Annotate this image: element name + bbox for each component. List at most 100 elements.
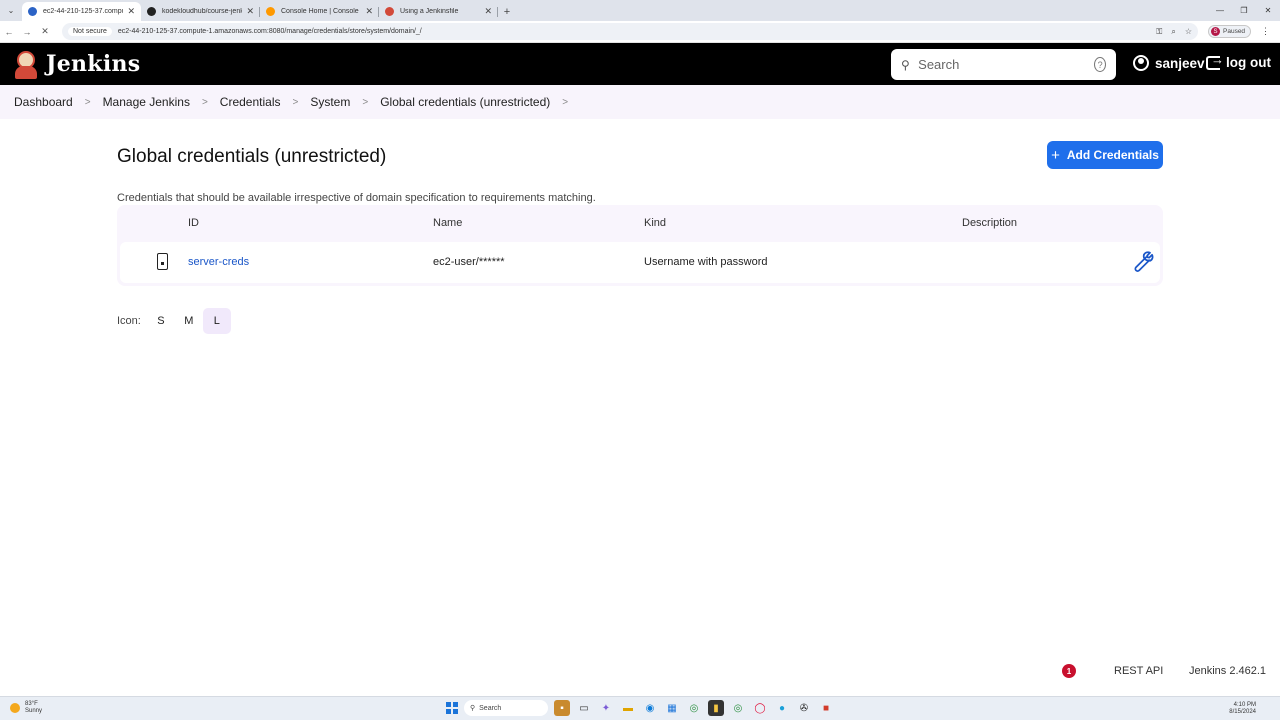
- breadcrumb-system[interactable]: System: [310, 95, 350, 109]
- jenkins-butler-logo-icon: [14, 49, 38, 79]
- copilot-icon[interactable]: ✦: [598, 700, 614, 716]
- close-icon[interactable]: ✕: [246, 6, 254, 17]
- breadcrumb-dashboard[interactable]: Dashboard: [14, 95, 73, 109]
- search-box: ⚲ ?: [891, 49, 1116, 80]
- column-header-id[interactable]: ID: [188, 217, 199, 229]
- browser-address-bar: ← → ✕ Not secure ec2-44-210-125-37.compu…: [0, 21, 1280, 43]
- tab-label: kodekloudhub/course-jenkins: [162, 8, 243, 15]
- column-header-description[interactable]: Description: [962, 217, 1017, 229]
- new-tab-button[interactable]: +: [498, 2, 516, 21]
- chrome-profile-icon[interactable]: ◎: [730, 700, 746, 716]
- search-input[interactable]: [918, 57, 1095, 72]
- profile-button[interactable]: S Paused: [1208, 25, 1252, 38]
- page-title: Global credentials (unrestricted): [117, 146, 387, 167]
- store-icon[interactable]: ▦: [664, 700, 680, 716]
- profile-avatar: S: [1211, 27, 1220, 36]
- jenkins-favicon-icon: [385, 7, 394, 16]
- add-credentials-button[interactable]: + Add Credentials: [1047, 141, 1163, 169]
- zoom-icon[interactable]: ⌕: [1171, 27, 1175, 37]
- breadcrumb: Dashboard > Manage Jenkins > Credentials…: [0, 85, 1280, 119]
- browser-menu-icon[interactable]: ⋮: [1261, 26, 1270, 37]
- app-icon[interactable]: ●: [774, 700, 790, 716]
- app-icon[interactable]: ■: [818, 700, 834, 716]
- close-window-icon[interactable]: ✕: [1256, 0, 1280, 21]
- breadcrumb-manage-jenkins[interactable]: Manage Jenkins: [103, 95, 190, 109]
- chevron-right-icon[interactable]: >: [362, 97, 368, 108]
- window-controls: — ❐ ✕: [1208, 0, 1280, 21]
- github-icon: [147, 7, 156, 16]
- help-icon[interactable]: ?: [1094, 57, 1106, 72]
- add-credentials-label: Add Credentials: [1066, 148, 1159, 162]
- app-icon[interactable]: ▪: [554, 700, 570, 716]
- taskbar-apps: ⚲ Search ▪ ▭ ✦ ▬ ◉ ▦ ◎ ▮ ◎ ◯ ● ✇ ■: [446, 700, 834, 716]
- icon-size-large[interactable]: L: [202, 308, 231, 334]
- user-icon: [1133, 55, 1149, 71]
- opera-icon[interactable]: ◯: [752, 700, 768, 716]
- plus-icon: +: [1051, 146, 1060, 164]
- stop-loading-icon[interactable]: ✕: [36, 26, 54, 37]
- chevron-right-icon[interactable]: >: [202, 97, 208, 108]
- credential-id-link[interactable]: server-creds: [188, 256, 249, 268]
- credential-kind: Username with password: [644, 256, 768, 268]
- logout-icon: [1206, 52, 1224, 70]
- chrome-icon[interactable]: ◎: [686, 700, 702, 716]
- browser-tab-aws-console[interactable]: Console Home | Console Home ✕: [260, 2, 379, 21]
- credentials-table: ID Name Kind Description server-creds ec…: [117, 205, 1163, 286]
- rest-api-link[interactable]: REST API: [1114, 665, 1163, 677]
- restore-icon[interactable]: ❐: [1232, 0, 1256, 21]
- close-icon[interactable]: ✕: [484, 6, 492, 17]
- clock-time: 4:10 PM: [1233, 702, 1256, 708]
- browser-tab-jenkinsfile-docs[interactable]: Using a Jenkinsfile ✕: [379, 2, 498, 21]
- search-icon: ⚲: [470, 705, 476, 712]
- page-footer: 1 REST API Jenkins 2.462.1: [0, 655, 1280, 685]
- logout-link[interactable]: log out: [1206, 52, 1271, 70]
- windows-start-icon[interactable]: [446, 702, 458, 714]
- notification-badge[interactable]: 1: [1062, 664, 1076, 678]
- user-link[interactable]: sanjeev: [1133, 55, 1205, 71]
- app-icon[interactable]: ✇: [796, 700, 812, 716]
- back-icon[interactable]: ←: [0, 27, 18, 37]
- weather-widget[interactable]: 83°F Sunny: [10, 701, 42, 715]
- clock-date: 8/15/2024: [1229, 709, 1256, 715]
- weather-condition: Sunny: [25, 708, 43, 714]
- jenkins-version-link[interactable]: Jenkins 2.462.1: [1189, 665, 1266, 677]
- forward-icon[interactable]: →: [18, 27, 36, 37]
- icon-size-medium[interactable]: M: [175, 308, 203, 334]
- sun-icon: [10, 703, 20, 713]
- file-explorer-icon[interactable]: ▬: [620, 700, 636, 716]
- breadcrumb-global-credentials[interactable]: Global credentials (unrestricted): [380, 95, 550, 109]
- browser-tab-strip: ⌄ ec2-44-210-125-37.compute-1. ✕ kodeklo…: [0, 0, 1280, 21]
- chevron-right-icon[interactable]: >: [85, 97, 91, 108]
- tab-label: Console Home | Console Home: [281, 8, 361, 15]
- not-secure-badge[interactable]: Not secure: [68, 27, 112, 36]
- close-icon[interactable]: ✕: [365, 6, 373, 17]
- table-header: ID Name Kind Description: [117, 205, 1163, 242]
- task-view-icon[interactable]: ▭: [576, 700, 592, 716]
- url-field[interactable]: Not secure ec2-44-210-125-37.compute-1.a…: [62, 23, 1198, 40]
- temperature: 83°F: [25, 701, 38, 707]
- breadcrumb-credentials[interactable]: Credentials: [220, 95, 281, 109]
- jenkins-home-link[interactable]: Jenkins: [14, 49, 140, 79]
- globe-icon: [28, 7, 37, 16]
- minimize-icon[interactable]: —: [1208, 0, 1232, 21]
- browser-tab-jenkins[interactable]: ec2-44-210-125-37.compute-1. ✕: [22, 2, 141, 21]
- terminal-icon[interactable]: ▮: [708, 700, 724, 716]
- close-icon[interactable]: ✕: [127, 6, 135, 17]
- icon-size-small[interactable]: S: [147, 308, 175, 334]
- column-header-kind[interactable]: Kind: [644, 217, 666, 229]
- chevron-right-icon[interactable]: >: [562, 97, 568, 108]
- wrench-icon[interactable]: [1128, 248, 1154, 274]
- taskbar-search[interactable]: ⚲ Search: [464, 700, 548, 716]
- url-text[interactable]: ec2-44-210-125-37.compute-1.amazonaws.co…: [118, 28, 1156, 35]
- system-clock[interactable]: 4:10 PM 8/15/2024: [1229, 702, 1256, 716]
- column-header-name[interactable]: Name: [433, 217, 462, 229]
- chevron-right-icon[interactable]: >: [293, 97, 299, 108]
- username: sanjeev: [1155, 55, 1205, 71]
- password-key-icon[interactable]: ⚿: [1156, 27, 1162, 37]
- bookmark-star-icon[interactable]: ☆: [1185, 27, 1192, 37]
- tab-search-chevron-icon[interactable]: ⌄: [0, 0, 22, 21]
- edge-icon[interactable]: ◉: [642, 700, 658, 716]
- icon-size-selector: Icon: S M L: [117, 308, 231, 334]
- tab-label: ec2-44-210-125-37.compute-1.: [43, 8, 123, 15]
- browser-tab-github[interactable]: kodekloudhub/course-jenkins ✕: [141, 2, 260, 21]
